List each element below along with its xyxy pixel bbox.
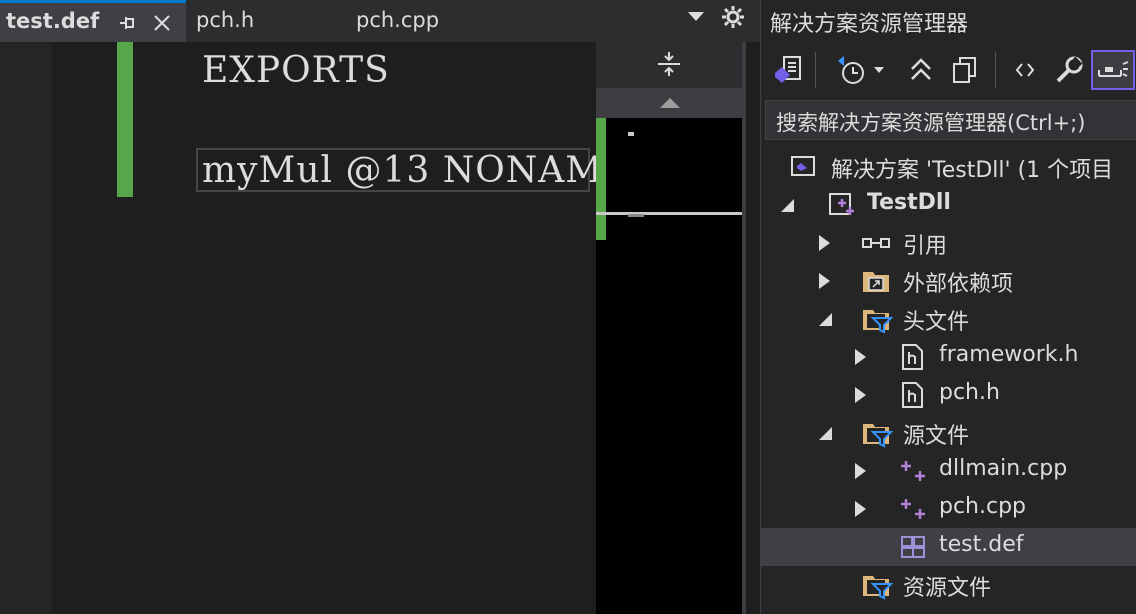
minimap-code-mark [628,214,644,217]
collapse-all-icon[interactable] [901,50,941,90]
tree-item-project[interactable]: TestDll [761,186,1136,224]
filter-folder-icon [861,304,894,334]
search-placeholder: 搜索解决方案资源管理器(Ctrl+;) [776,111,1086,135]
tree-item-label: TestDll [867,190,951,215]
expanded-arrow-icon[interactable] [781,199,794,212]
split-icon [656,50,682,85]
tree-item-label: dllmain.cpp [939,456,1068,481]
tree-item-framework-h[interactable]: framework.h [761,338,1136,376]
indicator-margin [0,42,52,614]
tab-pch-cpp[interactable]: pch.cpp [350,0,536,42]
tree-item-source-files[interactable]: 源文件 [761,414,1136,452]
header-file-icon [899,342,929,372]
tree-item-resource-files[interactable]: 资源文件 [761,566,1136,604]
cpp-file-icon [899,494,929,524]
toolbar-separator [815,52,816,88]
split-window-button[interactable] [596,42,746,86]
collapsed-arrow-icon[interactable] [855,387,866,403]
editor-tab-bar: test.def pch.h pch.cpp [0,0,760,42]
show-all-files-icon[interactable] [945,50,985,90]
expanded-arrow-icon[interactable] [819,427,832,440]
external-deps-folder-icon [861,266,891,296]
tree-item-pch-h[interactable]: pch.h [761,376,1136,414]
tree-item-label: 引用 [903,234,948,259]
pending-changes-icon[interactable] [831,50,871,90]
references-icon [861,228,891,258]
preview-selected-items-icon[interactable] [1091,50,1135,90]
tree-item-label: 解决方案 'TestDll' (1 个项目 [831,158,1114,183]
tree-item-label: test.def [939,532,1024,557]
tree-item-label: 源文件 [903,424,970,449]
scroll-up-button[interactable] [596,88,746,118]
minimap[interactable] [596,118,746,614]
code-editor[interactable]: EXPORTS myMul @13 NONAME [0,42,629,614]
toolbar-separator [995,52,996,88]
tree-item-test-def[interactable]: test.def [761,528,1136,566]
expanded-arrow-icon[interactable] [819,313,832,326]
collapsed-arrow-icon[interactable] [855,349,866,365]
vs-home-icon[interactable] [769,50,809,90]
tab-label: test.def [6,9,100,33]
tab-label: pch.cpp [356,8,440,32]
collapsed-arrow-icon[interactable] [855,463,866,479]
tree-item-label: 外部依赖项 [903,272,1014,297]
solution-explorer: 解决方案资源管理器 搜索解决方案资源管理器(Ctrl+;) 解决方案 'Test… [760,0,1136,614]
chevron-down-icon[interactable] [688,12,704,21]
def-file-icon [899,532,929,562]
scroll-map-border [742,42,746,614]
collapsed-arrow-icon[interactable] [855,501,866,517]
change-tracking-bar [117,42,133,197]
solution-explorer-toolbar [761,44,1136,96]
tab-test-def[interactable]: test.def [0,0,186,42]
tree-item-label: framework.h [939,342,1079,367]
filter-folder-icon [861,418,894,448]
cpp-project-icon [827,190,857,220]
properties-wrench-icon[interactable] [1049,50,1089,90]
tab-pch-h[interactable]: pch.h [190,0,346,42]
tab-label: pch.h [196,8,255,32]
minimap-code-mark [628,132,634,136]
solution-icon [789,152,819,182]
collapsed-arrow-icon[interactable] [819,273,830,289]
tree-item-label: 头文件 [903,310,970,335]
code-line-1[interactable]: EXPORTS [202,50,390,91]
scroll-up-icon [660,98,680,108]
gear-icon[interactable] [720,4,746,36]
minimap-viewport-line [596,212,746,215]
tree-item-header-files[interactable]: 头文件 [761,300,1136,338]
code-line-3[interactable]: myMul @13 NONAME [202,150,630,191]
tree-item-label: pch.cpp [939,494,1027,519]
filter-folder-icon [861,570,894,600]
header-file-icon [899,380,929,410]
tree-item-dllmain-cpp[interactable]: dllmain.cpp [761,452,1136,490]
tree-item-solution[interactable]: 解决方案 'TestDll' (1 个项目 [761,148,1136,186]
cpp-file-icon [899,456,929,486]
scroll-map[interactable] [596,42,746,614]
tree-item-references[interactable]: 引用 [761,224,1136,262]
line-gutter [52,42,116,614]
tree-item-external-deps[interactable]: 外部依赖项 [761,262,1136,300]
tree-item-label: 资源文件 [903,576,992,601]
tree-item-pch-cpp[interactable]: pch.cpp [761,490,1136,528]
tree-item-label: pch.h [939,380,1000,405]
panel-title: 解决方案资源管理器 [770,12,969,37]
chevron-down-icon[interactable] [869,50,889,90]
view-code-icon[interactable] [1005,50,1045,90]
search-input[interactable]: 搜索解决方案资源管理器(Ctrl+;) [765,100,1136,140]
minimap-change-bar [596,118,606,240]
collapsed-arrow-icon[interactable] [819,235,830,251]
